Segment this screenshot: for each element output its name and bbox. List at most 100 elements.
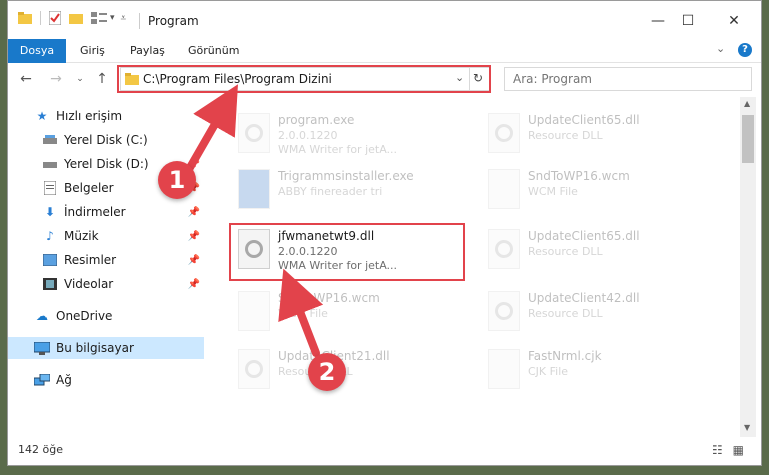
nav-item-label: OneDrive (56, 309, 113, 323)
file-item[interactable]: UpdateClient65.dll Resource DLL (478, 223, 718, 279)
step-badge-1: 1 (158, 161, 196, 199)
tab-file[interactable]: Dosya (8, 39, 66, 63)
maximize-button[interactable]: ☐ (668, 7, 708, 35)
file-item[interactable]: SndToWP16.wcm WCM File (228, 285, 468, 341)
forward-button[interactable]: → (46, 68, 66, 90)
folder-icon[interactable] (18, 12, 32, 24)
music-icon: ♪ (46, 229, 54, 243)
nav-item-local-disk-c[interactable]: Yerel Disk (C:) (8, 129, 204, 151)
file-name: SndToWP16.wcm (528, 169, 630, 183)
file-type: WCM File (528, 185, 578, 198)
nav-item-label: Videolar (64, 277, 114, 291)
dll-file-icon (488, 291, 520, 331)
nav-item-label: Bu bilgisayar (56, 341, 134, 355)
search-input[interactable] (505, 68, 751, 90)
file-icon (238, 291, 270, 331)
expand-ribbon-icon[interactable]: ⌄ (716, 42, 725, 55)
computer-icon (34, 340, 50, 356)
file-item[interactable]: UpdateClient21.dll Resource DLL (228, 343, 468, 399)
nav-item-label: Resimler (64, 253, 117, 267)
pin-icon: 📌 (187, 254, 200, 266)
nav-item-label: Belgeler (64, 181, 114, 195)
dll-file-icon (488, 229, 520, 269)
pictures-icon (42, 252, 58, 268)
file-name: UpdateClient65.dll (528, 113, 640, 127)
star-icon: ★ (36, 109, 48, 123)
large-icons-view-icon[interactable]: ▦ (733, 443, 744, 457)
recent-locations-button[interactable]: ⌄ (70, 68, 90, 90)
file-item[interactable]: FastNrml.cjk CJK File (478, 343, 718, 399)
drive-icon (42, 156, 58, 172)
exe-file-icon (238, 113, 270, 153)
network-icon (34, 372, 50, 388)
nav-item-quick-access[interactable]: ★ Hızlı erişim (8, 105, 204, 127)
new-folder-icon[interactable] (69, 12, 83, 24)
file-type: CJK File (528, 365, 569, 378)
step-badge-2: 2 (308, 353, 346, 391)
scroll-down-icon[interactable]: ▼ (744, 423, 750, 432)
title-bar: ▾ ⩡ Program — ☐ ✕ (8, 1, 761, 39)
nav-item-label: Ağ (56, 373, 72, 387)
up-button[interactable]: ↑ (92, 68, 112, 90)
pin-icon: 📌 (187, 230, 200, 242)
file-item[interactable]: program.exe 2.0.0.1220 WMA Writer for je… (228, 107, 468, 163)
search-box[interactable] (504, 67, 752, 91)
scroll-up-icon[interactable]: ▲ (744, 99, 750, 108)
vertical-scrollbar[interactable]: ▲ ▼ (740, 97, 756, 437)
tab-share[interactable]: Paylaş (122, 39, 173, 63)
nav-item-downloads[interactable]: ⬇ İndirmeler 📌 (8, 201, 204, 223)
file-type: Resource DLL (528, 307, 603, 320)
nav-item-this-pc[interactable]: Bu bilgisayar (8, 337, 204, 359)
cloud-icon: ☁ (36, 309, 48, 323)
close-button[interactable]: ✕ (714, 7, 754, 35)
file-name: SndToWP16.wcm (278, 291, 380, 305)
back-button[interactable]: ← (16, 68, 36, 90)
videos-icon (42, 276, 58, 292)
properties-icon[interactable] (49, 11, 61, 25)
help-icon[interactable]: ? (738, 43, 752, 57)
ribbon-tabs: Dosya Giriş Paylaş Görünüm ⌄ ? (8, 39, 761, 63)
navigation-pane: ★ Hızlı erişim Yerel Disk (C:) Yerel Dis… (8, 97, 204, 437)
tab-view[interactable]: Görünüm (180, 39, 247, 63)
file-item[interactable]: UpdateClient65.dll Resource DLL (478, 107, 718, 163)
tab-home[interactable]: Giriş (72, 39, 113, 63)
file-highlight-box (229, 223, 465, 281)
view-options-icon[interactable] (91, 12, 107, 24)
nav-item-label: Yerel Disk (C:) (64, 133, 148, 147)
nav-item-videos[interactable]: Videolar 📌 (8, 273, 204, 295)
explorer-window: ▾ ⩡ Program — ☐ ✕ Dosya Giriş Paylaş Gör… (7, 0, 762, 466)
scrollbar-thumb[interactable] (742, 115, 754, 163)
file-name: Trigrammsinstaller.exe (278, 169, 414, 183)
file-item[interactable]: UpdateClient42.dll Resource DLL (478, 285, 718, 341)
item-count: 142 öğe (18, 443, 63, 456)
address-highlight-box (117, 65, 491, 93)
quick-access-toolbar: ▾ ⩡ (18, 11, 126, 25)
documents-icon (42, 180, 58, 196)
file-type: Resource DLL (528, 129, 603, 142)
file-name: UpdateClient65.dll (528, 229, 640, 243)
file-type: Resource DLL (528, 245, 603, 258)
nav-item-onedrive[interactable]: ☁ OneDrive (8, 305, 204, 327)
nav-item-label: Yerel Disk (D:) (64, 157, 149, 171)
file-description: WMA Writer for jetA... (278, 143, 398, 156)
download-icon: ⬇ (44, 205, 56, 219)
dll-file-icon (238, 349, 270, 389)
nav-item-pictures[interactable]: Resimler 📌 (8, 249, 204, 271)
pin-icon: 📌 (187, 206, 200, 218)
window-title: Program (148, 14, 199, 28)
file-type: WCM File (278, 307, 328, 320)
file-item[interactable]: Trigrammsinstaller.exe ABBY finereader t… (228, 163, 468, 219)
file-name: FastNrml.cjk (528, 349, 602, 363)
nav-item-network[interactable]: Ağ (8, 369, 204, 391)
nav-item-label: Müzik (64, 229, 99, 243)
chevron-down-icon[interactable]: ▾ (110, 13, 115, 23)
file-item[interactable]: SndToWP16.wcm WCM File (478, 163, 718, 219)
customize-toolbar-icon[interactable]: ⩡ (121, 13, 127, 24)
details-view-icon[interactable]: ☷ (712, 443, 723, 457)
file-icon (488, 349, 520, 389)
file-name: UpdateClient42.dll (528, 291, 640, 305)
nav-item-label: İndirmeler (64, 205, 126, 219)
nav-item-music[interactable]: ♪ Müzik 📌 (8, 225, 204, 247)
separator (40, 11, 41, 25)
file-description: ABBY finereader tri (278, 185, 383, 198)
